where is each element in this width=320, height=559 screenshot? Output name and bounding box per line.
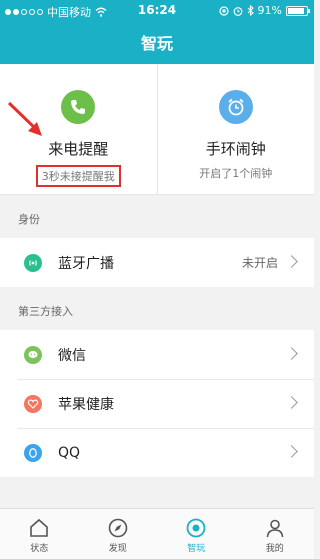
battery-percent: 91%	[257, 4, 282, 17]
tab-discover[interactable]: 发现	[79, 509, 158, 559]
smart-play-icon	[186, 518, 206, 538]
compass-icon	[108, 518, 128, 538]
alarm-status-icon	[233, 6, 242, 16]
chevron-right-icon	[285, 445, 298, 458]
orientation-lock-icon	[218, 5, 229, 16]
card-subtitle: 3秒未接提醒我	[35, 165, 121, 187]
list-item-wechat[interactable]: 微信	[0, 330, 314, 379]
band-alarm-card[interactable]: 手环闹钟 开启了1个闹钟	[156, 64, 315, 194]
bluetooth-broadcast-icon	[24, 253, 42, 272]
tab-mine[interactable]: 我的	[236, 509, 315, 559]
bluetooth-status-icon	[247, 5, 254, 16]
qq-icon	[24, 443, 42, 462]
heart-icon	[24, 394, 42, 413]
identity-list: 蓝牙广播 未开启	[0, 238, 314, 287]
list-item-label: 微信	[58, 347, 86, 364]
tab-label: 发现	[108, 544, 127, 554]
wechat-icon	[24, 345, 42, 364]
tab-smart-play[interactable]: 智玩	[157, 509, 236, 559]
list-item-bluetooth-broadcast[interactable]: 蓝牙广播 未开启	[0, 238, 314, 287]
status-bar: 中国移动 16:24 91%	[0, 0, 314, 22]
list-item-label: 苹果健康	[58, 396, 114, 413]
battery-icon	[286, 5, 310, 16]
tab-label: 我的	[265, 544, 284, 554]
bottom-tab-bar: 状态 发现 智玩 我的	[0, 508, 314, 559]
tab-label: 状态	[30, 544, 49, 554]
home-icon	[30, 518, 49, 537]
alarm-clock-icon	[218, 90, 253, 124]
chevron-right-icon	[285, 255, 298, 268]
tab-status[interactable]: 状态	[0, 509, 79, 559]
list-item-label: QQ	[58, 444, 81, 461]
page-title: 智玩	[140, 34, 173, 53]
list-item-apple-health[interactable]: 苹果健康	[0, 379, 314, 428]
section-label-third-party: 第三方接入	[18, 305, 73, 318]
list-item-label: 蓝牙广播	[58, 255, 114, 272]
list-item-qq[interactable]: QQ	[0, 428, 314, 477]
card-title: 来电提醒	[48, 140, 109, 158]
annotation-arrow-icon	[7, 101, 42, 136]
chevron-right-icon	[285, 347, 298, 360]
chevron-right-icon	[285, 396, 298, 409]
section-label-identity: 身份	[18, 213, 40, 226]
third-party-list: 微信 苹果健康 QQ	[0, 330, 314, 477]
status-right: 91%	[218, 4, 310, 17]
tab-label: 智玩	[187, 544, 206, 554]
card-title: 手环闹钟	[205, 140, 266, 158]
phone-icon	[61, 90, 96, 124]
list-item-value: 未开启	[241, 256, 278, 270]
person-icon	[266, 519, 284, 538]
card-subtitle: 开启了1个闹钟	[199, 167, 273, 180]
app-header: 中国移动 16:24 91% 智玩	[0, 0, 314, 64]
feature-cards: 来电提醒 3秒未接提醒我 手环闹钟 开启了1个闹钟	[0, 64, 314, 195]
